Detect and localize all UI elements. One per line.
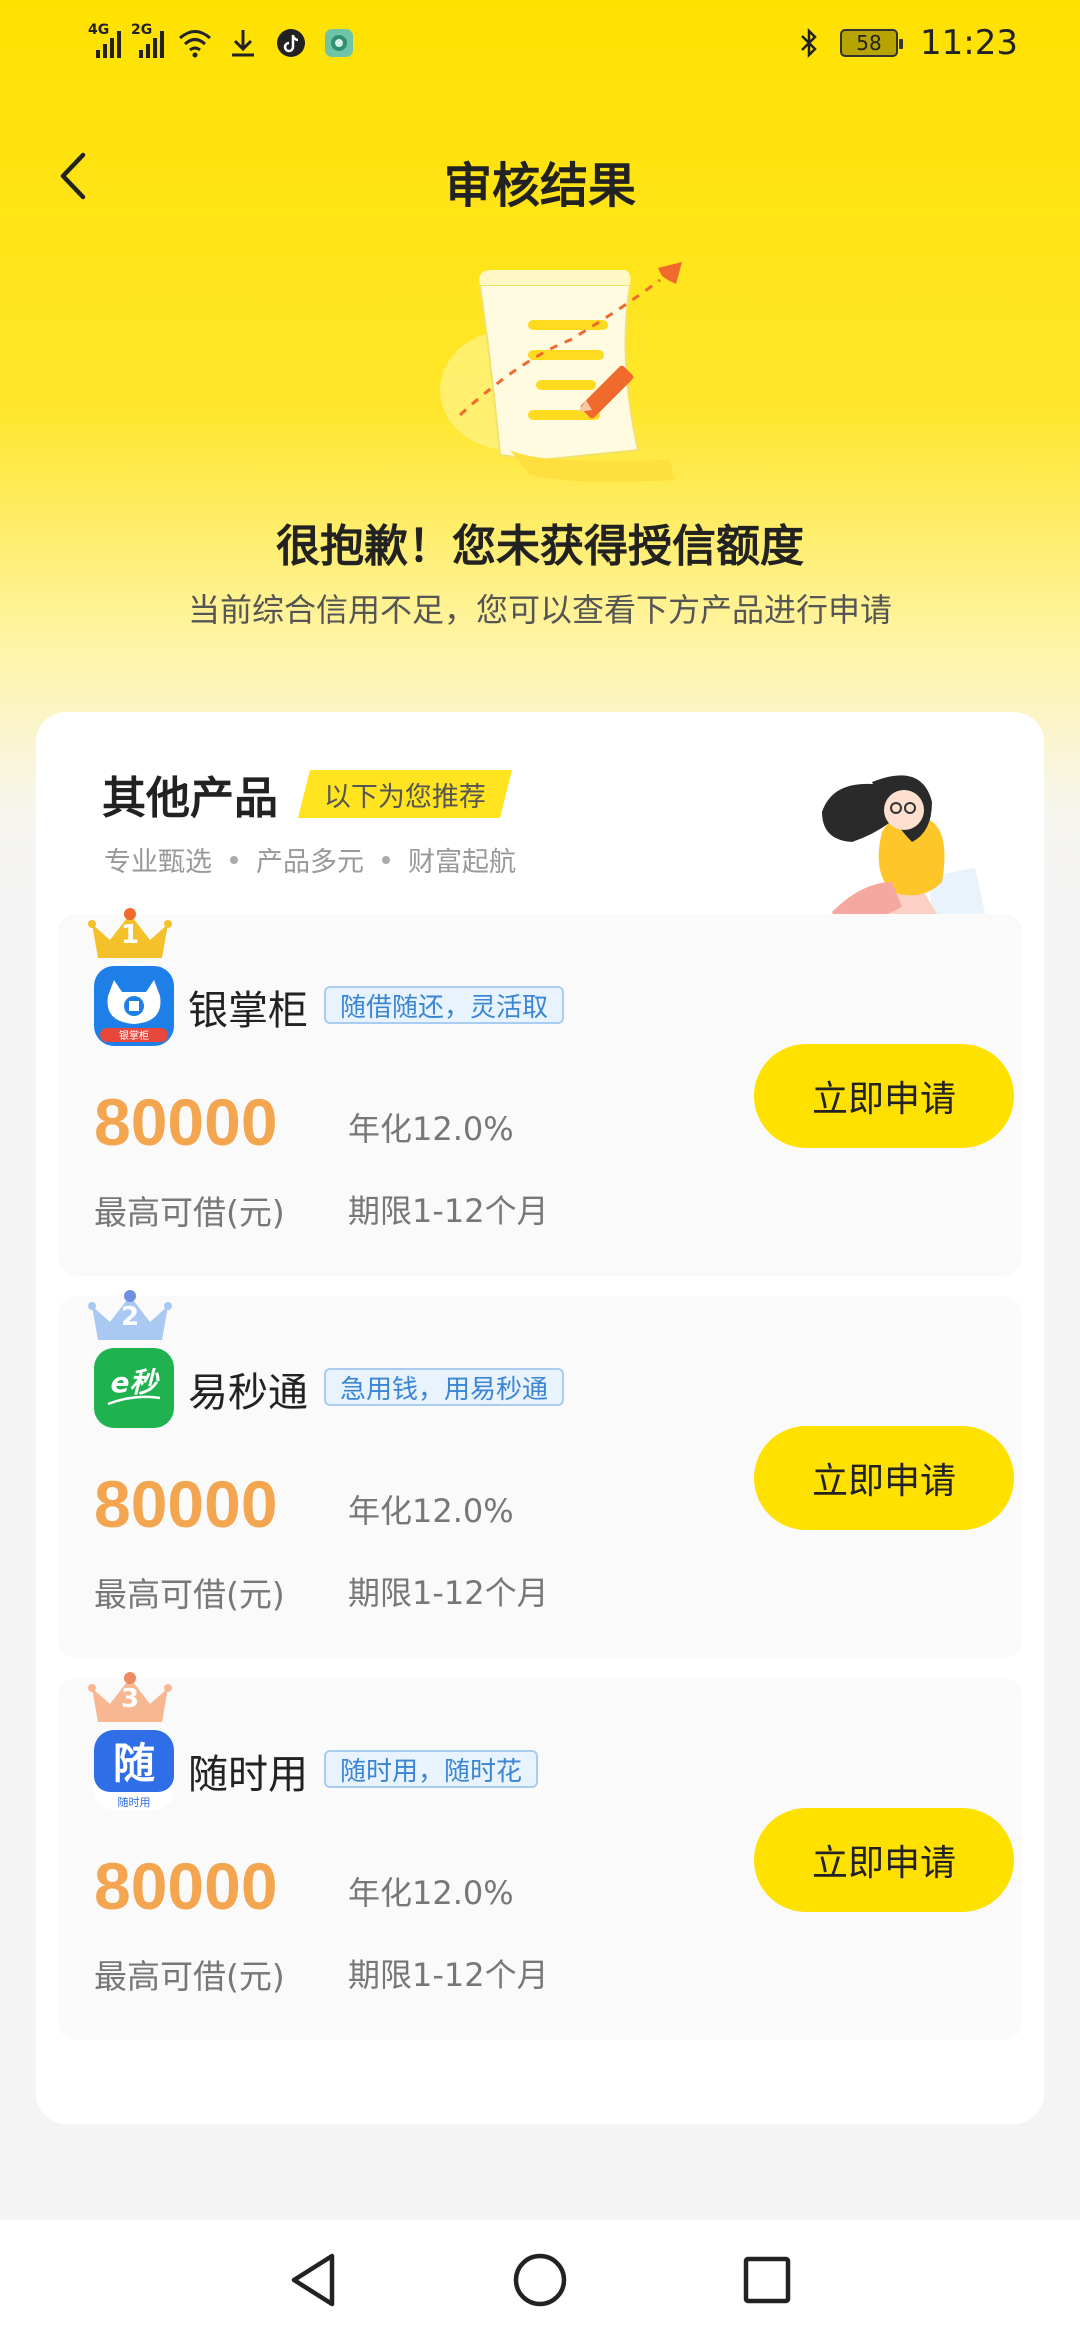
nav-back-icon [292, 2253, 335, 2307]
app-logo-yinzhanggui: 银掌柜 [94, 966, 174, 1046]
max-amount-label: 最高可借(元) [94, 1575, 285, 1614]
max-amount-label: 最高可借(元) [94, 1957, 285, 1996]
status-left: 4G 2G [88, 22, 356, 60]
download-icon [226, 26, 260, 60]
result-subtitle: 当前综合信用不足，您可以查看下方产品进行申请 [187, 591, 892, 629]
product-card: 其他产品 以下为您推荐 专业甄选 产品多元 财富起航 1 银掌柜 银掌柜 随借随… [36, 712, 1044, 2124]
signal-icon-2: 2G [131, 22, 164, 58]
document-rocket-illustration [420, 250, 720, 490]
nav-home-button[interactable] [500, 2240, 580, 2320]
nav-recents-button[interactable] [727, 2240, 807, 2320]
rank-number: 3 [120, 1684, 140, 1714]
bluetooth-icon [792, 26, 826, 60]
annual-rate: 年化12.0% [348, 1492, 514, 1530]
app-name: 随时用 [188, 1752, 308, 1798]
rank-number: 2 [120, 1302, 140, 1332]
separator-dot [382, 855, 390, 864]
max-amount-label: 最高可借(元) [94, 1193, 285, 1232]
product-item-3[interactable]: 3 随随时用 随时用 随时用，随时花 80000 最高可借(元) 年化12.0%… [58, 1672, 1022, 2040]
wifi-icon [178, 26, 212, 60]
annual-rate: 年化12.0% [348, 1874, 514, 1912]
system-nav-bar [0, 2220, 1080, 2340]
product-tag: 随时用，随时花 [324, 1750, 539, 1788]
recommend-tag: 以下为您推荐 [298, 770, 512, 818]
app-logo-yimiaotong: e秒 [94, 1348, 174, 1428]
loan-term: 期限1-12个月 [348, 1956, 549, 1994]
separator-dot [230, 855, 238, 864]
app-name: 银掌柜 [188, 988, 308, 1034]
app-header: 审核结果 [0, 130, 1080, 220]
apply-button[interactable]: 立即申请 [754, 1044, 1014, 1148]
annual-rate: 年化12.0% [348, 1110, 514, 1148]
product-item-2[interactable]: 2 e秒 易秒通 急用钱，用易秒通 80000 最高可借(元) 年化12.0% … [58, 1290, 1022, 1658]
apply-button[interactable]: 立即申请 [754, 1808, 1014, 1912]
loan-term: 期限1-12个月 [348, 1574, 549, 1612]
svg-text:e秒: e秒 [111, 1366, 161, 1399]
max-amount: 80000 [94, 1849, 278, 1923]
max-amount: 80000 [94, 1085, 278, 1159]
app-notification-icon [322, 26, 356, 60]
nav-back-button[interactable] [273, 2240, 353, 2320]
signal-icon-1: 4G [88, 22, 121, 58]
apply-button[interactable]: 立即申请 [754, 1426, 1014, 1530]
tiktok-icon [274, 26, 308, 60]
app-name: 易秒通 [188, 1370, 308, 1416]
section-subtitle: 专业甄选 产品多元 财富起航 [104, 847, 516, 878]
battery-indicator: 58 [840, 29, 904, 57]
svg-text:随时用: 随时用 [118, 1795, 151, 1809]
result-title: 很抱歉！您未获得授信额度 [276, 521, 804, 572]
product-item-1[interactable]: 1 银掌柜 银掌柜 随借随还，灵活取 80000 最高可借(元) 年化12.0%… [58, 908, 1022, 1276]
svg-text:随: 随 [113, 1739, 155, 1788]
status-right: 58 11:23 [792, 23, 1018, 63]
nav-recents-icon [743, 2256, 790, 2304]
app-logo-suishiyong: 随随时用 [94, 1730, 174, 1810]
nav-home-icon [513, 2253, 567, 2307]
product-tag: 急用钱，用易秒通 [324, 1368, 565, 1406]
section-title: 其他产品 [102, 773, 278, 824]
svg-text:银掌柜: 银掌柜 [119, 1029, 149, 1042]
page-title: 审核结果 [443, 158, 636, 214]
product-tag: 随借随还，灵活取 [324, 986, 565, 1024]
loan-term: 期限1-12个月 [348, 1192, 549, 1230]
max-amount: 80000 [94, 1467, 278, 1541]
status-bar: 4G 2G 58 11:23 [0, 0, 1080, 86]
rank-number: 1 [120, 920, 140, 950]
status-time: 11:23 [920, 23, 1018, 63]
